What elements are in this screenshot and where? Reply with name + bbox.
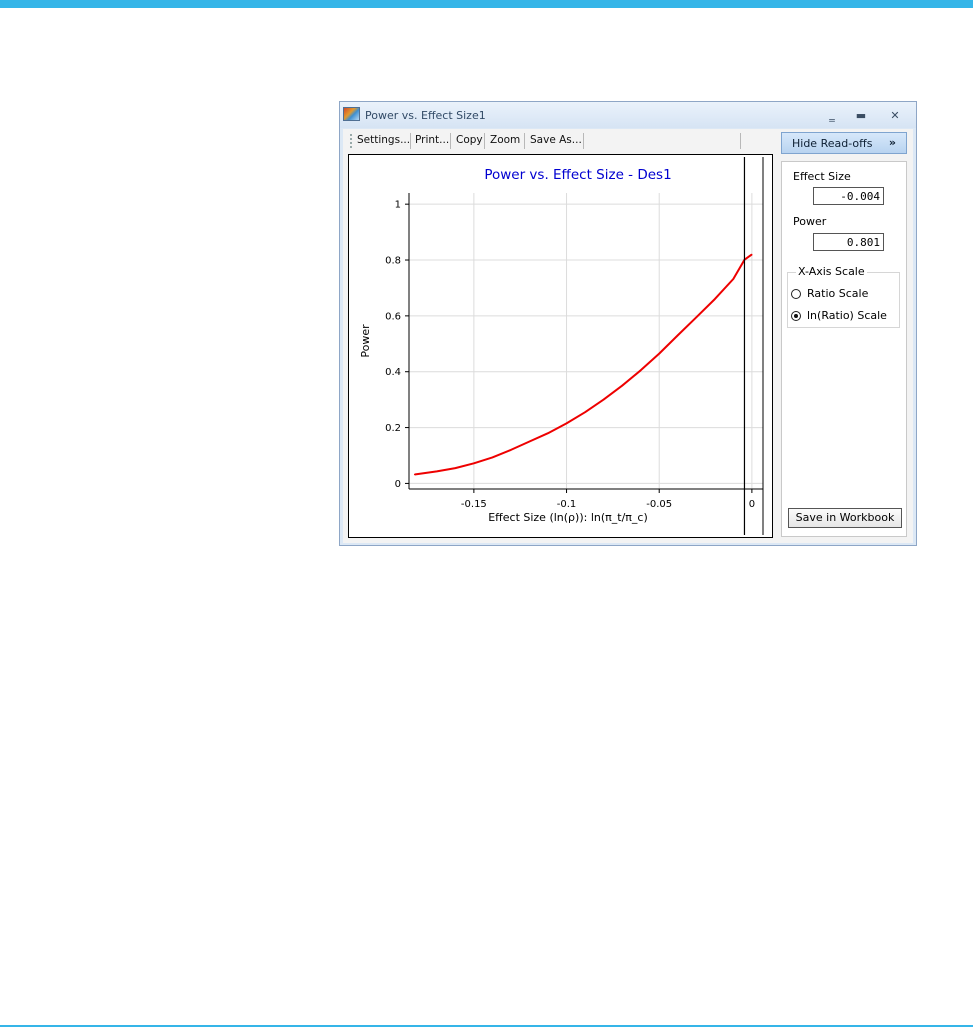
x-axis-scale-legend: X-Axis Scale [796, 265, 867, 278]
ln-ratio-scale-option[interactable]: ln(Ratio) Scale [791, 309, 887, 322]
y-tick-label: 0 [395, 479, 401, 490]
chart-title: Power vs. Effect Size - Des1 [484, 167, 671, 183]
readoff-panel: Hide Read-offs » Effect Size -0.004 Powe… [780, 129, 910, 539]
power-label: Power [793, 215, 827, 228]
y-tick-label: 0.2 [385, 423, 401, 434]
radio-checked-icon[interactable] [791, 310, 801, 321]
curve-point [751, 253, 753, 256]
curve-point [732, 278, 734, 280]
x-tick-label: -0.15 [461, 499, 487, 510]
y-tick-label: 0.6 [385, 311, 401, 322]
curve-point [413, 473, 416, 476]
chart-toolbar: Settings... Print... Copy Zoom Save As..… [348, 129, 775, 153]
hide-readoffs-label: Hide Read-offs [792, 137, 873, 150]
save-in-workbook-button[interactable]: Save in Workbook [788, 508, 902, 528]
curve-point [547, 432, 549, 434]
toolbar-separator [450, 133, 451, 149]
curve-point [528, 440, 531, 443]
y-tick-label: 1 [395, 200, 401, 211]
toolbar-separator [524, 133, 525, 149]
curve-point [454, 467, 456, 469]
effect-size-field[interactable]: -0.004 [813, 187, 884, 205]
curve-point [491, 456, 494, 459]
curve-point [640, 369, 642, 371]
effect-size-label: Effect Size [793, 170, 851, 183]
chart-app-icon [343, 107, 360, 121]
zoom-button[interactable]: Zoom [490, 134, 520, 146]
curve-point [565, 422, 568, 424]
power-effect-chart[interactable]: Power vs. Effect Size - Des1 0 0.2 0.4 0.6 0.… [349, 155, 772, 537]
x-axis-label: Effect Size (ln(ρ)): ln(π_t/π_c) [488, 511, 648, 524]
ln-ratio-scale-label: ln(Ratio) Scale [807, 309, 887, 322]
copy-button[interactable]: Copy [456, 134, 483, 146]
curve-point [436, 470, 438, 473]
curve-point [677, 334, 679, 337]
x-axis-scale-group: X-Axis Scale Ratio Scale ln(Ratio) Scale [787, 265, 900, 328]
curve-point [603, 399, 605, 401]
toolbar-separator [740, 133, 741, 149]
ratio-scale-label: Ratio Scale [807, 287, 869, 300]
minimize-button[interactable]: ‗ [824, 108, 840, 122]
y-tick-label: 0.8 [385, 256, 401, 267]
power-curve [414, 253, 753, 476]
save-as-button[interactable]: Save As... [530, 134, 582, 146]
close-button[interactable]: ✕ [887, 108, 903, 122]
curve-point [695, 316, 697, 318]
radio-unchecked-icon[interactable] [791, 288, 801, 299]
curve-point [621, 385, 623, 387]
ratio-scale-option[interactable]: Ratio Scale [791, 287, 868, 300]
chart-window: Power vs. Effect Size1 ‗ ▬ ✕ Settings...… [339, 101, 917, 546]
chart-plot-area[interactable]: Power vs. Effect Size - Des1 0 0.2 0.4 0.6 0.… [348, 154, 773, 538]
curve-point [510, 449, 512, 451]
window-titlebar[interactable]: Power vs. Effect Size1 ‗ ▬ ✕ [340, 102, 916, 128]
x-tick-label: -0.05 [646, 499, 672, 510]
curve-point [584, 411, 586, 413]
maximize-button[interactable]: ▬ [853, 108, 869, 122]
toolbar-separator [583, 133, 584, 149]
power-field[interactable]: 0.801 [813, 233, 884, 251]
bottom-accent-line [0, 1025, 973, 1027]
x-tick-label: -0.1 [557, 499, 577, 510]
curve-point [658, 352, 660, 355]
y-axis-label: Power [359, 324, 372, 358]
x-tick-label: 0 [749, 499, 755, 510]
print-button[interactable]: Print... [415, 134, 449, 146]
chevron-right-icon: » [888, 136, 896, 149]
top-accent-bar [0, 0, 973, 8]
curve-point [714, 298, 716, 300]
y-tick-label: 0.4 [385, 367, 401, 378]
toolbar-separator [484, 133, 485, 149]
readoff-box: Effect Size -0.004 Power 0.801 X-Axis Sc… [781, 161, 907, 537]
toolbar-separator [410, 133, 411, 149]
hide-readoffs-button[interactable]: Hide Read-offs » [781, 132, 907, 154]
window-client-area: Settings... Print... Copy Zoom Save As..… [343, 129, 913, 543]
window-title: Power vs. Effect Size1 [365, 109, 486, 122]
toolbar-grip[interactable] [350, 134, 352, 148]
settings-button[interactable]: Settings... [357, 134, 410, 146]
curve-point [473, 462, 475, 464]
